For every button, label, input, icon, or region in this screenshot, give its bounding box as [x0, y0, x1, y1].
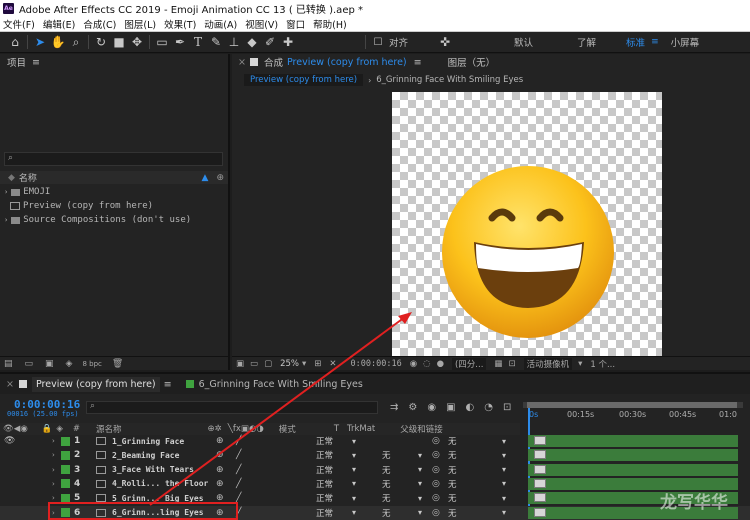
arrow-head: [398, 312, 412, 324]
arrow-line: [149, 316, 406, 506]
watermark: 龙写华华: [660, 493, 728, 513]
annotation-arrow: [149, 312, 412, 506]
